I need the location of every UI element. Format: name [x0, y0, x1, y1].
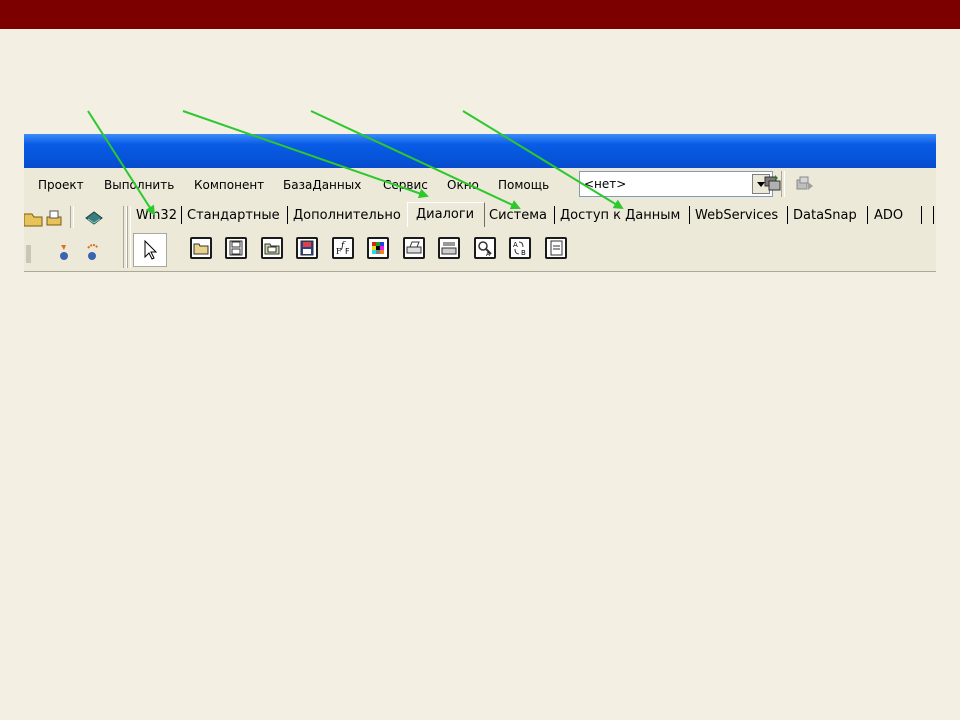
toolbar-separator [70, 206, 74, 228]
print-dialog-icon[interactable] [403, 237, 425, 259]
svg-text:B: B [521, 249, 526, 257]
menu-bar: Проект Выполнить Компонент БазаДанных Се… [24, 168, 936, 201]
font-dialog-icon[interactable]: FfF [332, 237, 354, 259]
print-icon[interactable] [44, 208, 64, 228]
tab-divider [181, 206, 182, 224]
open-picture-dialog-icon[interactable] [261, 237, 283, 259]
tab-standard[interactable]: Стандартные [187, 208, 280, 223]
tab-additional[interactable]: Дополнительно [293, 208, 401, 223]
tab-divider [287, 206, 288, 224]
menu-item-database[interactable]: БазаДанных [283, 178, 361, 192]
window-list-icon[interactable] [763, 174, 783, 194]
save-picture-dialog-icon[interactable] [296, 237, 318, 259]
menu-item-help[interactable]: Помощь [498, 178, 549, 192]
color-dialog-icon[interactable] [367, 237, 389, 259]
configuration-combo-value: <нет> [584, 177, 627, 191]
menu-item-component[interactable]: Компонент [194, 178, 264, 192]
annotation-arrows [87, 110, 624, 216]
tab-divider [554, 206, 555, 224]
svg-text:A: A [513, 241, 518, 249]
menu-item-run[interactable]: Выполнить [104, 178, 174, 192]
tab-win32[interactable]: Win32 [136, 208, 177, 223]
window-title-bar [24, 134, 936, 168]
component-book-icon[interactable] [84, 208, 104, 228]
add-to-project-icon[interactable] [795, 174, 815, 194]
tab-datasnap[interactable]: DataSnap [793, 208, 857, 223]
menu-item-project[interactable]: Проект [38, 178, 84, 192]
tab-divider [689, 206, 690, 224]
printer-setup-dialog-icon[interactable] [438, 237, 460, 259]
tab-ado[interactable]: ADO [874, 208, 903, 223]
open-dialog-icon[interactable] [190, 237, 212, 259]
pointer-tool[interactable] [133, 233, 167, 267]
tab-data-access[interactable]: Доступ к Данным [560, 208, 680, 223]
tab-dialogs[interactable]: Диалоги [407, 202, 485, 227]
delphi-ide-window: Проект Выполнить Компонент БазаДанных Се… [24, 134, 936, 272]
find-dialog-icon[interactable]: A [474, 237, 496, 259]
save-dialog-icon[interactable] [225, 237, 247, 259]
menu-item-tools[interactable]: Сервис [383, 178, 428, 192]
page-setup-dialog-icon[interactable] [545, 237, 567, 259]
component-palette: FfF A AB [24, 230, 936, 270]
replace-dialog-icon[interactable]: AB [509, 237, 531, 259]
component-palette-tabs: Win32 Стандартные Дополнительно Диалоги … [131, 202, 936, 228]
svg-text:F: F [345, 247, 350, 256]
tab-webservices[interactable]: WebServices [695, 208, 778, 223]
tab-divider [921, 206, 922, 224]
slide-top-bar [0, 0, 960, 29]
tab-divider [933, 206, 934, 224]
tab-divider [787, 206, 788, 224]
configuration-combo[interactable]: <нет> [579, 171, 773, 197]
open-project-icon[interactable] [24, 208, 44, 228]
menu-item-window[interactable]: Окно [447, 178, 479, 192]
tab-divider [867, 206, 868, 224]
tab-system[interactable]: Система [489, 208, 547, 223]
